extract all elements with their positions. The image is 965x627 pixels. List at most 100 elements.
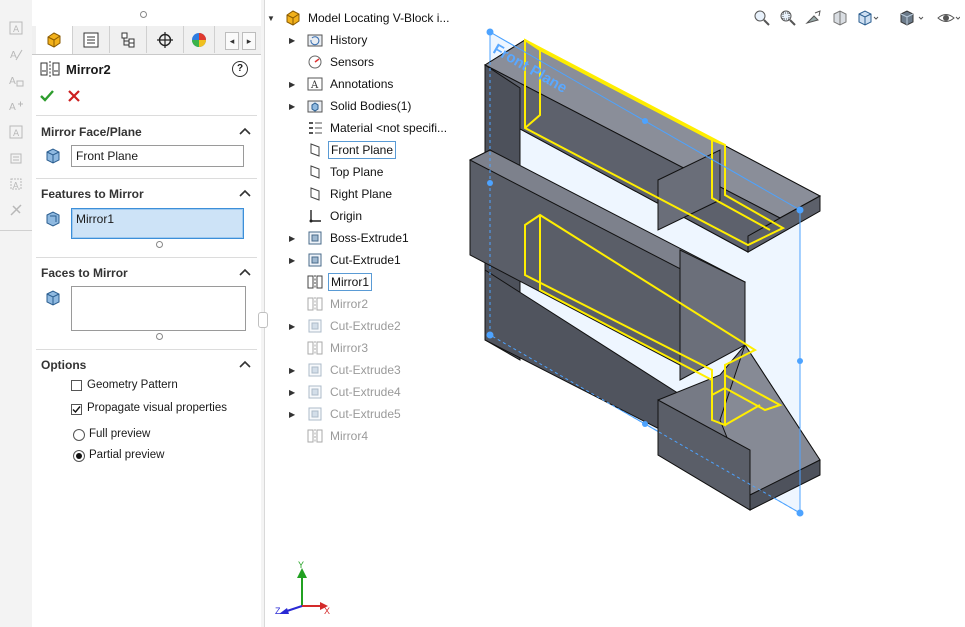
- tree-item[interactable]: Mirror2: [307, 294, 370, 314]
- radio-dot: [76, 453, 82, 459]
- strip-divider: [0, 230, 32, 231]
- panel-resize-grip[interactable]: [140, 11, 147, 18]
- display-style-icon[interactable]: [898, 8, 928, 28]
- faces-selection-icon: [46, 290, 60, 306]
- svg-text:A: A: [13, 129, 20, 139]
- format-painter-icon[interactable]: A: [8, 72, 24, 88]
- tab-scroll-right-button[interactable]: ▸: [242, 32, 256, 50]
- tree-item[interactable]: History: [307, 30, 369, 50]
- collapse-arrow-icon[interactable]: ▼: [267, 14, 275, 23]
- tree-item[interactable]: Origin: [307, 206, 364, 226]
- tree-item-label: Mirror2: [330, 297, 368, 311]
- tree-item[interactable]: Cut-Extrude4: [307, 382, 403, 402]
- tree-item-label: Sensors: [330, 55, 375, 69]
- mirror-icon: [307, 275, 323, 289]
- tree-item[interactable]: Mirror4: [307, 426, 370, 446]
- previous-view-icon[interactable]: [804, 8, 824, 28]
- collapse-chevron-icon[interactable]: [239, 267, 251, 277]
- zoom-to-fit-icon[interactable]: [752, 8, 772, 28]
- tree-item[interactable]: Cut-Extrude5: [307, 404, 403, 424]
- plane-icon: [310, 187, 320, 201]
- expand-arrow-icon[interactable]: ▶: [289, 80, 295, 89]
- features-to-mirror-list[interactable]: Mirror1: [71, 208, 244, 239]
- tree-item[interactable]: A Annotations: [307, 74, 395, 94]
- expand-arrow-icon[interactable]: ▶: [289, 366, 295, 375]
- propagate-visual-checkbox[interactable]: [71, 404, 82, 415]
- tree-item-label: Right Plane: [330, 187, 393, 201]
- collapse-chevron-icon[interactable]: [239, 359, 251, 369]
- geometry-pattern-label: Geometry Pattern: [87, 379, 178, 391]
- tree-item[interactable]: Front Plane: [307, 140, 397, 160]
- weld-symbol-icon[interactable]: [8, 202, 24, 218]
- section-view-icon[interactable]: [830, 8, 850, 28]
- tree-item-label: Boss-Extrude1: [330, 231, 409, 245]
- faces-to-mirror-list[interactable]: [71, 286, 246, 331]
- collapse-chevron-icon[interactable]: [239, 126, 251, 136]
- tree-item[interactable]: Cut-Extrude1: [307, 250, 403, 270]
- triad-x-label: X: [324, 606, 330, 616]
- surface-finish-icon[interactable]: [8, 150, 24, 166]
- tab-dimxpert-manager[interactable]: [147, 26, 184, 53]
- partial-preview-radio[interactable]: [73, 450, 85, 462]
- plane-icon: [310, 143, 320, 157]
- mirror-icon: [307, 297, 323, 311]
- feature-tree: ▼ Model Locating V-Block i... ▶ History Se…: [265, 0, 485, 450]
- options-heading: Options: [41, 358, 87, 372]
- tree-item[interactable]: Top Plane: [307, 162, 385, 182]
- note-icon[interactable]: A: [8, 98, 24, 114]
- expand-arrow-icon[interactable]: ▶: [289, 256, 295, 265]
- spell-check-icon[interactable]: A: [8, 46, 24, 62]
- tree-item-label: Material <not specifi...: [330, 121, 448, 135]
- tree-item[interactable]: Boss-Extrude1: [307, 228, 411, 248]
- tree-root[interactable]: Model Locating V-Block i...: [285, 8, 451, 28]
- expand-arrow-icon[interactable]: ▶: [289, 322, 295, 331]
- plane-icon: [310, 165, 320, 179]
- smart-dimension-icon[interactable]: A: [8, 20, 24, 36]
- origin-icon: [309, 210, 321, 223]
- help-button[interactable]: ?: [232, 61, 248, 77]
- list-resize-grip[interactable]: [156, 241, 163, 248]
- mirror-face-plane-heading: Mirror Face/Plane: [41, 125, 142, 139]
- datum-target-icon[interactable]: A: [8, 176, 24, 192]
- tree-item[interactable]: Mirror1: [307, 272, 372, 292]
- cancel-x-icon[interactable]: [67, 89, 81, 103]
- tree-item[interactable]: Sensors: [307, 52, 376, 72]
- tab-property-manager[interactable]: [73, 26, 110, 53]
- features-selection-icon: [46, 211, 60, 227]
- tree-item[interactable]: Material <not specifi...: [307, 118, 449, 138]
- view-orientation-icon[interactable]: [856, 8, 880, 28]
- full-preview-radio[interactable]: [73, 429, 85, 441]
- annotations-icon: A: [307, 77, 323, 91]
- configuration-icon: [121, 32, 135, 47]
- mirror-plane-field[interactable]: Front Plane: [71, 145, 244, 167]
- tree-item-label: Cut-Extrude2: [330, 319, 401, 333]
- tree-root-label: Model Locating V-Block i...: [308, 11, 450, 25]
- zoom-to-area-icon[interactable]: [778, 8, 798, 28]
- tab-configuration-manager[interactable]: [110, 26, 147, 53]
- extrude-icon: [308, 407, 322, 421]
- tree-item[interactable]: Mirror3: [307, 338, 370, 358]
- svg-text:A: A: [9, 102, 16, 113]
- expand-arrow-icon[interactable]: ▶: [289, 102, 295, 111]
- balloon-icon[interactable]: A: [8, 124, 24, 140]
- section-divider: [36, 115, 257, 116]
- collapse-chevron-icon[interactable]: [239, 188, 251, 198]
- list-resize-grip[interactable]: [156, 333, 163, 340]
- ok-checkmark-icon[interactable]: [39, 88, 55, 104]
- tab-display-manager[interactable]: [184, 26, 215, 53]
- expand-arrow-icon[interactable]: ▶: [289, 36, 295, 45]
- tree-item-label: Front Plane: [328, 141, 397, 159]
- geometry-pattern-checkbox[interactable]: [71, 380, 82, 391]
- expand-arrow-icon[interactable]: ▶: [289, 410, 295, 419]
- sensors-icon: [308, 55, 322, 69]
- hide-show-items-icon[interactable]: [936, 8, 960, 28]
- section-divider: [36, 178, 257, 179]
- tree-item[interactable]: Solid Bodies(1): [307, 96, 413, 116]
- tab-scroll-left-button[interactable]: ◂: [225, 32, 239, 50]
- tree-item[interactable]: Cut-Extrude2: [307, 316, 403, 336]
- expand-arrow-icon[interactable]: ▶: [289, 234, 295, 243]
- tab-feature-manager[interactable]: [36, 26, 73, 54]
- tree-item[interactable]: Cut-Extrude3: [307, 360, 403, 380]
- tree-item[interactable]: Right Plane: [307, 184, 394, 204]
- expand-arrow-icon[interactable]: ▶: [289, 388, 295, 397]
